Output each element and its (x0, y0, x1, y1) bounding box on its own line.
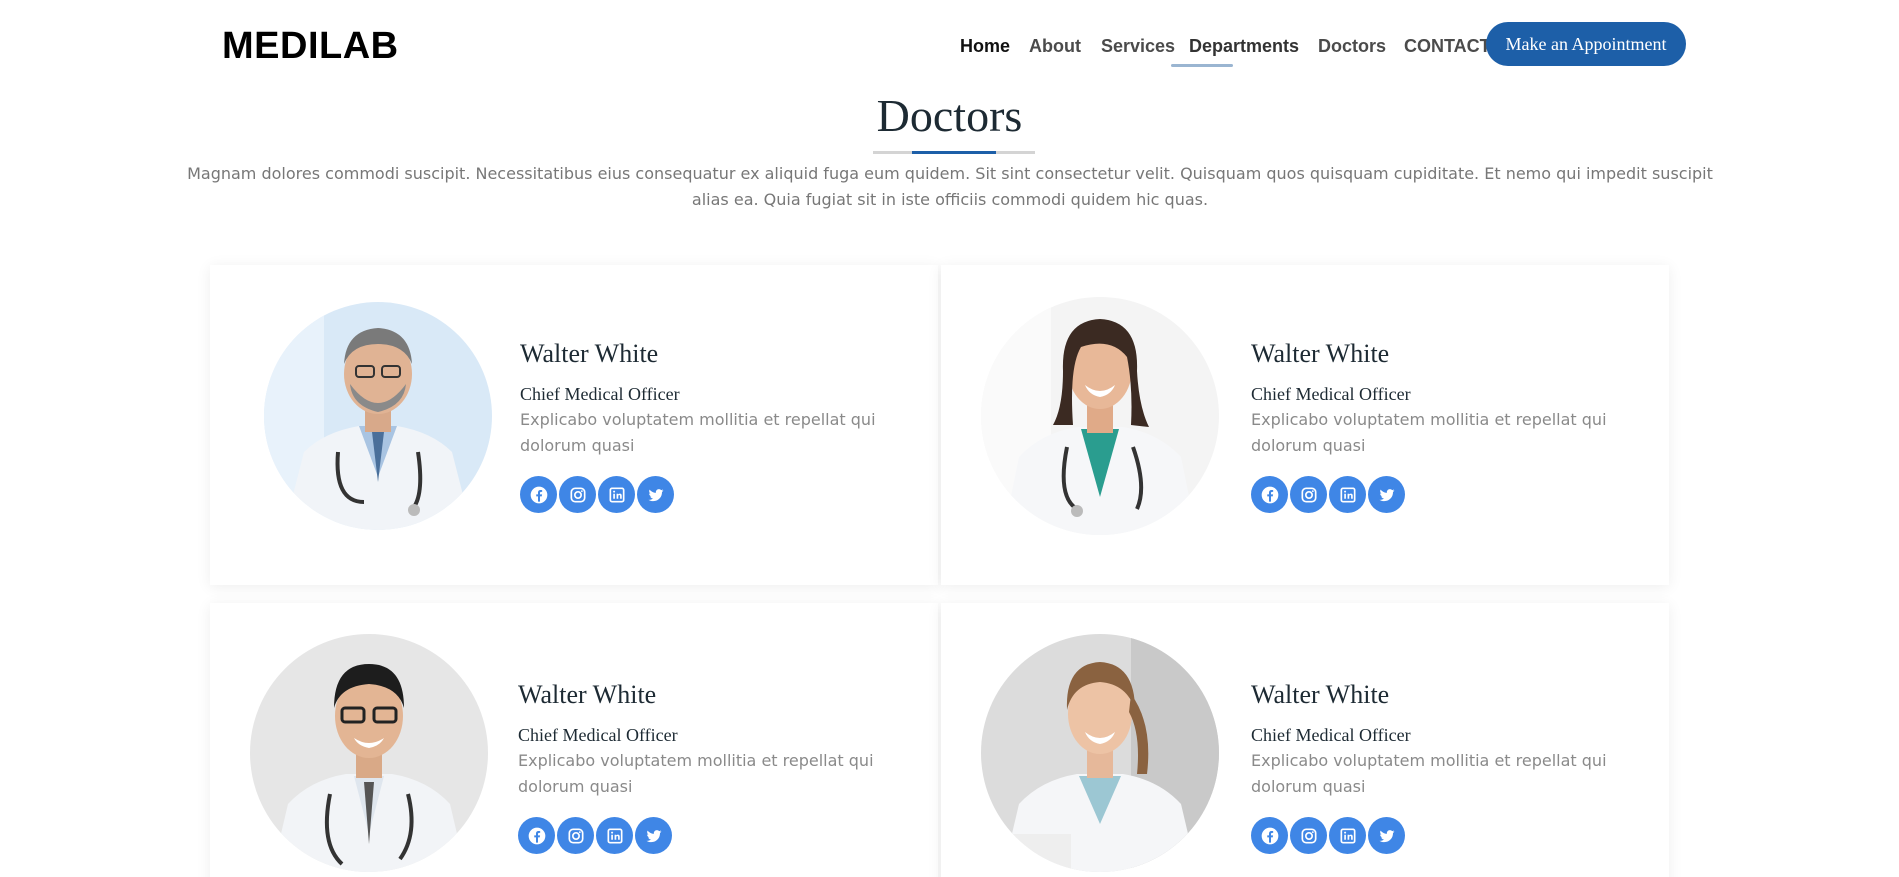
doctor-photo (981, 634, 1219, 872)
linkedin-icon[interactable] (1329, 476, 1366, 513)
instagram-icon[interactable] (559, 476, 596, 513)
linkedin-icon[interactable] (598, 476, 635, 513)
instagram-icon[interactable] (557, 817, 594, 854)
social-links (1251, 817, 1411, 855)
doctor-bio: Explicabo voluptatem mollitia et repella… (520, 410, 876, 455)
twitter-icon[interactable] (1368, 476, 1405, 513)
doctor-bio: Explicabo voluptatem mollitia et repella… (1251, 410, 1607, 455)
doctor-name: Walter White (518, 680, 657, 709)
nav-contact[interactable]: CONTACT (1404, 34, 1491, 58)
nav-departments[interactable]: Departments (1189, 34, 1299, 58)
instagram-icon[interactable] (1290, 817, 1327, 854)
facebook-icon[interactable] (1251, 476, 1288, 513)
doctor-name: Walter White (1251, 339, 1390, 368)
doctor-photo (264, 302, 492, 530)
facebook-icon[interactable] (520, 476, 557, 513)
doctor-card: Walter White Chief Medical Officer Expli… (210, 265, 938, 585)
doctor-bio: Explicabo voluptatem mollitia et repella… (1251, 751, 1607, 796)
doctor-photo (250, 634, 488, 872)
twitter-icon[interactable] (637, 476, 674, 513)
doctor-card: Walter White Chief Medical Officer Expli… (941, 265, 1669, 585)
doctor-name: Walter White (520, 339, 659, 368)
doctor-photo (981, 297, 1219, 535)
nav-services[interactable]: Services (1101, 34, 1175, 58)
instagram-icon[interactable] (1290, 476, 1327, 513)
social-links (1251, 476, 1411, 514)
title-divider-accent (912, 151, 996, 154)
section-description: Magnam dolores commodi suscipit. Necessi… (187, 164, 1713, 209)
social-links (520, 476, 680, 514)
twitter-icon[interactable] (1368, 817, 1405, 854)
linkedin-icon[interactable] (1329, 817, 1366, 854)
nav-doctors[interactable]: Doctors (1318, 34, 1386, 58)
make-appointment-button[interactable]: Make an Appointment (1486, 22, 1686, 66)
nav-about[interactable]: About (1029, 34, 1081, 58)
doctor-role: Chief Medical Officer (1251, 725, 1411, 745)
doctor-name: Walter White (1251, 680, 1390, 709)
doctor-role: Chief Medical Officer (1251, 384, 1411, 404)
nav-home[interactable]: Home (960, 34, 1010, 58)
site-header: MEDILAB Home About Services Departments … (0, 0, 1899, 95)
doctor-bio: Explicabo voluptatem mollitia et repella… (518, 751, 874, 796)
social-links (518, 817, 678, 855)
facebook-icon[interactable] (1251, 817, 1288, 854)
linkedin-icon[interactable] (596, 817, 633, 854)
section-title: Doctors (876, 90, 1023, 141)
doctor-role: Chief Medical Officer (520, 384, 680, 404)
doctor-card: Walter White Chief Medical Officer Expli… (210, 603, 938, 877)
doctor-card: Walter White Chief Medical Officer Expli… (941, 603, 1669, 877)
twitter-icon[interactable] (635, 817, 672, 854)
nav-active-underline (1171, 64, 1233, 67)
facebook-icon[interactable] (518, 817, 555, 854)
doctor-role: Chief Medical Officer (518, 725, 678, 745)
